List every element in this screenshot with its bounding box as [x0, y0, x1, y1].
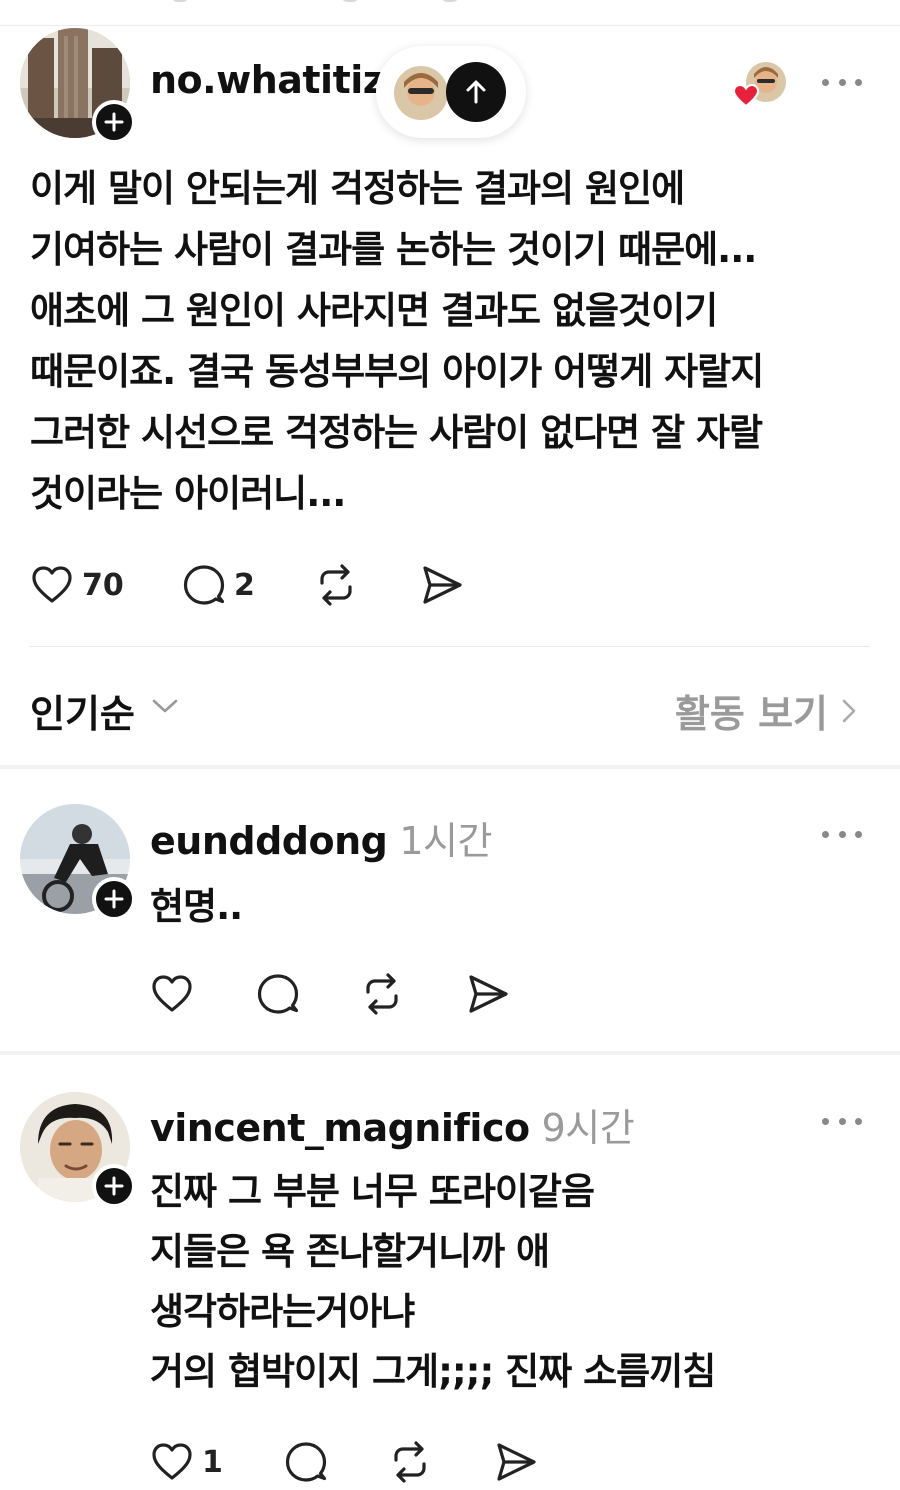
follow-plus-icon[interactable]	[92, 877, 136, 921]
reply-line: 진짜 그 부분 너무 또라이같음	[150, 1170, 595, 1213]
share-button[interactable]	[494, 1440, 538, 1484]
reply-body: 현명..	[150, 877, 243, 937]
follow-plus-icon[interactable]	[92, 1164, 136, 1208]
chevron-down-icon[interactable]	[150, 694, 180, 718]
section-divider	[0, 1051, 900, 1055]
previous-content-fragment	[170, 0, 470, 6]
comment-icon	[257, 974, 299, 1014]
mini-avatar	[394, 66, 448, 120]
repost-button[interactable]	[388, 1440, 432, 1484]
post-line: 것이라는 아이러니...	[30, 472, 346, 515]
repost-icon	[320, 564, 352, 606]
like-button[interactable]: 70	[30, 563, 124, 607]
repost-icon	[366, 973, 398, 1015]
comment-icon	[285, 1442, 327, 1482]
more-dots-icon[interactable]	[822, 1111, 862, 1131]
like-count: 70	[82, 567, 124, 603]
divider	[30, 646, 870, 647]
reply-time: 9시간	[541, 1106, 635, 1150]
author-username[interactable]: no.whatitiz	[150, 58, 385, 102]
chevron-right-icon	[842, 699, 856, 722]
follow-plus-icon[interactable]	[92, 100, 136, 144]
repost-button[interactable]	[314, 563, 358, 607]
repost-button[interactable]	[360, 972, 404, 1016]
share-button[interactable]	[420, 563, 464, 607]
heart-icon	[32, 566, 72, 603]
like-count: 1	[202, 1444, 223, 1480]
like-button[interactable]	[150, 972, 194, 1016]
reply-username-line: eundddong 1시간	[150, 810, 492, 865]
post-line: 이게 말이 안되는게 걱정하는 결과의 원인에	[30, 167, 685, 210]
comment-button[interactable]	[256, 972, 300, 1016]
reply-line: 생각하라는거아냐	[150, 1290, 415, 1333]
repost-icon	[394, 1441, 426, 1483]
reply-line: 현명..	[150, 885, 243, 928]
post-line: 기여하는 사람이 결과를 논하는 것이기 때문에...	[30, 228, 757, 271]
sort-dropdown[interactable]: 인기순	[30, 683, 135, 738]
heart-icon	[152, 1443, 192, 1480]
reply-line: 거의 협박이지 그게;;;; 진짜 소름끼침	[150, 1350, 716, 1393]
post-line: 애초에 그 원인이 사라지면 결과도 없을것이기	[30, 289, 718, 332]
reply-username[interactable]: eundddong	[150, 819, 388, 863]
view-activity-link[interactable]: 활동 보기	[675, 683, 860, 738]
view-activity-label: 활동 보기	[674, 692, 828, 736]
share-button[interactable]	[466, 972, 510, 1016]
reply-preview-pill[interactable]	[376, 46, 526, 138]
comment-button[interactable]	[284, 1440, 328, 1484]
reply-time: 1시간	[399, 819, 492, 863]
like-button[interactable]: 1	[150, 1440, 223, 1484]
send-icon	[497, 1443, 536, 1481]
heart-icon	[152, 975, 192, 1012]
reply-line: 지들은 욕 존나할거니까 애	[150, 1230, 550, 1273]
more-dots-icon[interactable]	[822, 824, 862, 844]
top-strip	[0, 0, 900, 26]
post-body: 이게 말이 안되는게 걱정하는 결과의 원인에 기여하는 사람이 결과를 논하는…	[30, 158, 870, 524]
section-divider	[0, 765, 900, 769]
comment-button[interactable]: 2	[182, 563, 255, 607]
comment-icon	[183, 565, 225, 605]
arrow-up-icon[interactable]	[446, 62, 506, 122]
more-dots-icon[interactable]	[822, 72, 862, 92]
send-icon	[469, 975, 508, 1013]
post-line: 그러한 시선으로 걱정하는 사람이 없다면 잘 자랄	[30, 411, 763, 454]
send-icon	[423, 566, 462, 604]
reply-username-line: vincent_magnifico 9시간	[150, 1097, 635, 1152]
reply-body: 진짜 그 부분 너무 또라이같음 지들은 욕 존나할거니까 애 생각하라는거아냐…	[150, 1162, 716, 1402]
reply-username[interactable]: vincent_magnifico	[150, 1106, 530, 1150]
post-line: 때문이죠. 결국 동성부부의 아이가 어떻게 자랄지	[30, 350, 764, 393]
heart-badge-icon	[732, 83, 760, 108]
comment-count: 2	[234, 567, 255, 603]
